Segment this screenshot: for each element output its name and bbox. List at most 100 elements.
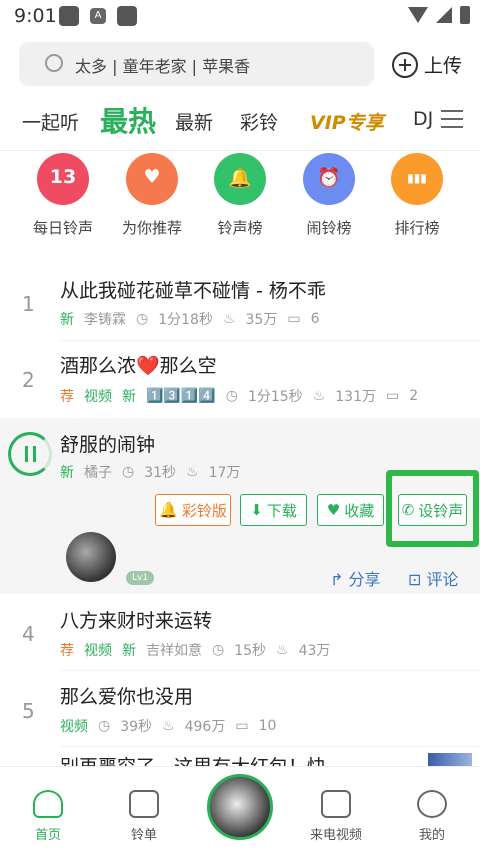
level-badge: Lv1 (126, 571, 155, 585)
divider (60, 340, 480, 341)
category-ringtone-chart[interactable]: 🔔 铃声榜 (200, 153, 280, 238)
video-tag: 视频 (84, 643, 112, 659)
song-meta: 视频 ◷ 39秒 ♨ 496万 ▭ 10 (60, 716, 276, 736)
tab-vip[interactable]: VIP专享 (310, 108, 384, 135)
song-meta: 荐 视频 新 吉祥如意 ◷ 15秒 ♨ 43万 (60, 640, 330, 660)
menu-icon[interactable] (441, 110, 463, 128)
tab-crbt[interactable]: 彩铃 (240, 108, 278, 135)
nav-playlist[interactable]: 铃单 (104, 790, 184, 843)
clock-icon: ◷ (122, 464, 135, 480)
comment-count: 2 (409, 388, 419, 404)
category-recommend[interactable]: ♥ 为你推荐 (112, 153, 192, 238)
artist-name: 橘子 (84, 465, 112, 481)
song-title: 酒那么浓❤️那么空 (60, 355, 217, 377)
nav-mine[interactable]: 我的 (392, 790, 472, 843)
comment-count: 6 (310, 311, 320, 327)
status-bar: 9:01 A (0, 0, 480, 34)
now-playing-avatar[interactable] (207, 774, 273, 840)
status-time: 9:01 (14, 5, 57, 27)
video-tag: 视频 (84, 389, 112, 405)
category-ranking[interactable]: ▮▮▮ 排行榜 (377, 153, 457, 238)
nav-call-video[interactable]: 来电视频 (296, 790, 376, 843)
duration: 31秒 (144, 465, 177, 481)
category-label: 铃声榜 (217, 219, 263, 237)
search-icon (45, 54, 63, 72)
category-label: 每日铃声 (32, 219, 93, 237)
artist-name: 李铸霖 (84, 312, 126, 328)
category-label: 排行榜 (394, 219, 440, 237)
song-meta: 荐 视频 新 1️⃣3️⃣1️⃣4️⃣ ◷ 1分15秒 ♨ 131万 ▭ 2 (60, 386, 418, 406)
ad-thumbnail[interactable] (428, 753, 472, 767)
play-count: 35万 (245, 312, 278, 328)
rank-number: 5 (22, 699, 35, 723)
comment-icon: ▭ (385, 388, 400, 404)
alarm-clock-icon: ⏰ (303, 153, 355, 205)
duration: 1分18秒 (158, 312, 213, 328)
heart-box-icon: ♥ (126, 153, 178, 205)
search-bar[interactable]: 太多 | 童年老家 | 苹果香 (19, 42, 374, 86)
share-icon: ↱ (330, 570, 349, 589)
bell-icon: 🔔 (214, 153, 266, 205)
play-count: 496万 (184, 719, 226, 735)
category-daily[interactable]: 13 每日铃声 (23, 153, 103, 238)
song-title: 那么爱你也没用 (60, 686, 194, 708)
song-title: 舒服的闹钟 (60, 434, 156, 456)
highlight-box (386, 470, 479, 547)
rank-number: 1 (22, 292, 35, 316)
calendar-icon: 13 (37, 153, 89, 205)
bell-icon: 🔔 (159, 501, 178, 519)
nav-home[interactable]: 首页 (8, 790, 88, 843)
wifi-icon (408, 7, 428, 23)
avatar[interactable] (66, 532, 116, 582)
comment-button[interactable]: ⊡ 评论 (408, 566, 459, 590)
tab-newest[interactable]: 最新 (175, 108, 213, 135)
duration: 15秒 (234, 643, 267, 659)
upload-label: 上传 (424, 55, 463, 77)
favorite-button[interactable]: ♥ 收藏 (317, 494, 384, 526)
recommend-tag: 荐 (60, 643, 74, 659)
download-icon: ⬇ (250, 501, 263, 519)
clock-icon: ◷ (225, 388, 238, 404)
clock-icon: ◷ (136, 311, 149, 327)
battery-icon (460, 6, 470, 24)
category-alarm-chart[interactable]: ⏰ 闹铃榜 (289, 153, 369, 238)
play-count: 131万 (335, 389, 376, 405)
play-count: 43万 (298, 643, 331, 659)
song-meta: 新 橘子 ◷ 31秒 ♨ 17万 (60, 462, 240, 482)
fire-icon: ♨ (276, 642, 289, 658)
comment-icon: ▭ (235, 718, 249, 734)
crbt-button[interactable]: 🔔 彩铃版 (155, 494, 231, 526)
pause-icon[interactable] (8, 432, 52, 476)
comment-icon: ⊡ (408, 570, 427, 589)
new-tag: 新 (60, 312, 74, 328)
tab-dj[interactable]: DJ (413, 108, 433, 130)
signal-icon (436, 7, 452, 23)
plus-circle-icon (392, 51, 418, 78)
app-a-icon: A (90, 8, 106, 24)
clock-icon: ◷ (98, 718, 111, 734)
divider (60, 670, 480, 671)
category-tabs: 一起听 最热 最新 彩铃 VIP专享 DJ (0, 96, 480, 146)
heart-icon: ♥ (326, 501, 341, 519)
fire-icon: ♨ (162, 718, 175, 734)
artist-name: 吉祥如意 (146, 643, 202, 659)
category-label: 为你推荐 (121, 219, 182, 237)
divider (0, 150, 480, 151)
clock-icon: ◷ (212, 642, 225, 658)
bar-chart-icon: ▮▮▮ (391, 153, 443, 205)
new-tag: 新 (122, 389, 136, 405)
speaker-icon (129, 790, 159, 818)
artist-name: 1️⃣3️⃣1️⃣4️⃣ (146, 388, 216, 404)
fire-icon: ♨ (312, 388, 326, 404)
category-label: 闹铃榜 (306, 219, 352, 237)
fire-icon: ♨ (186, 464, 199, 480)
song-title: 从此我碰花碰草不碰情 - 杨不乖 (60, 280, 326, 302)
upload-button[interactable]: 上传 (392, 51, 462, 78)
rank-number: 2 (22, 368, 35, 392)
divider (60, 746, 480, 747)
tab-together[interactable]: 一起听 (22, 108, 79, 135)
tab-hottest[interactable]: 最热 (100, 100, 156, 140)
share-button[interactable]: ↱ 分享 (330, 566, 381, 590)
download-button[interactable]: ⬇ 下载 (240, 494, 307, 526)
notification-icon (59, 6, 79, 26)
